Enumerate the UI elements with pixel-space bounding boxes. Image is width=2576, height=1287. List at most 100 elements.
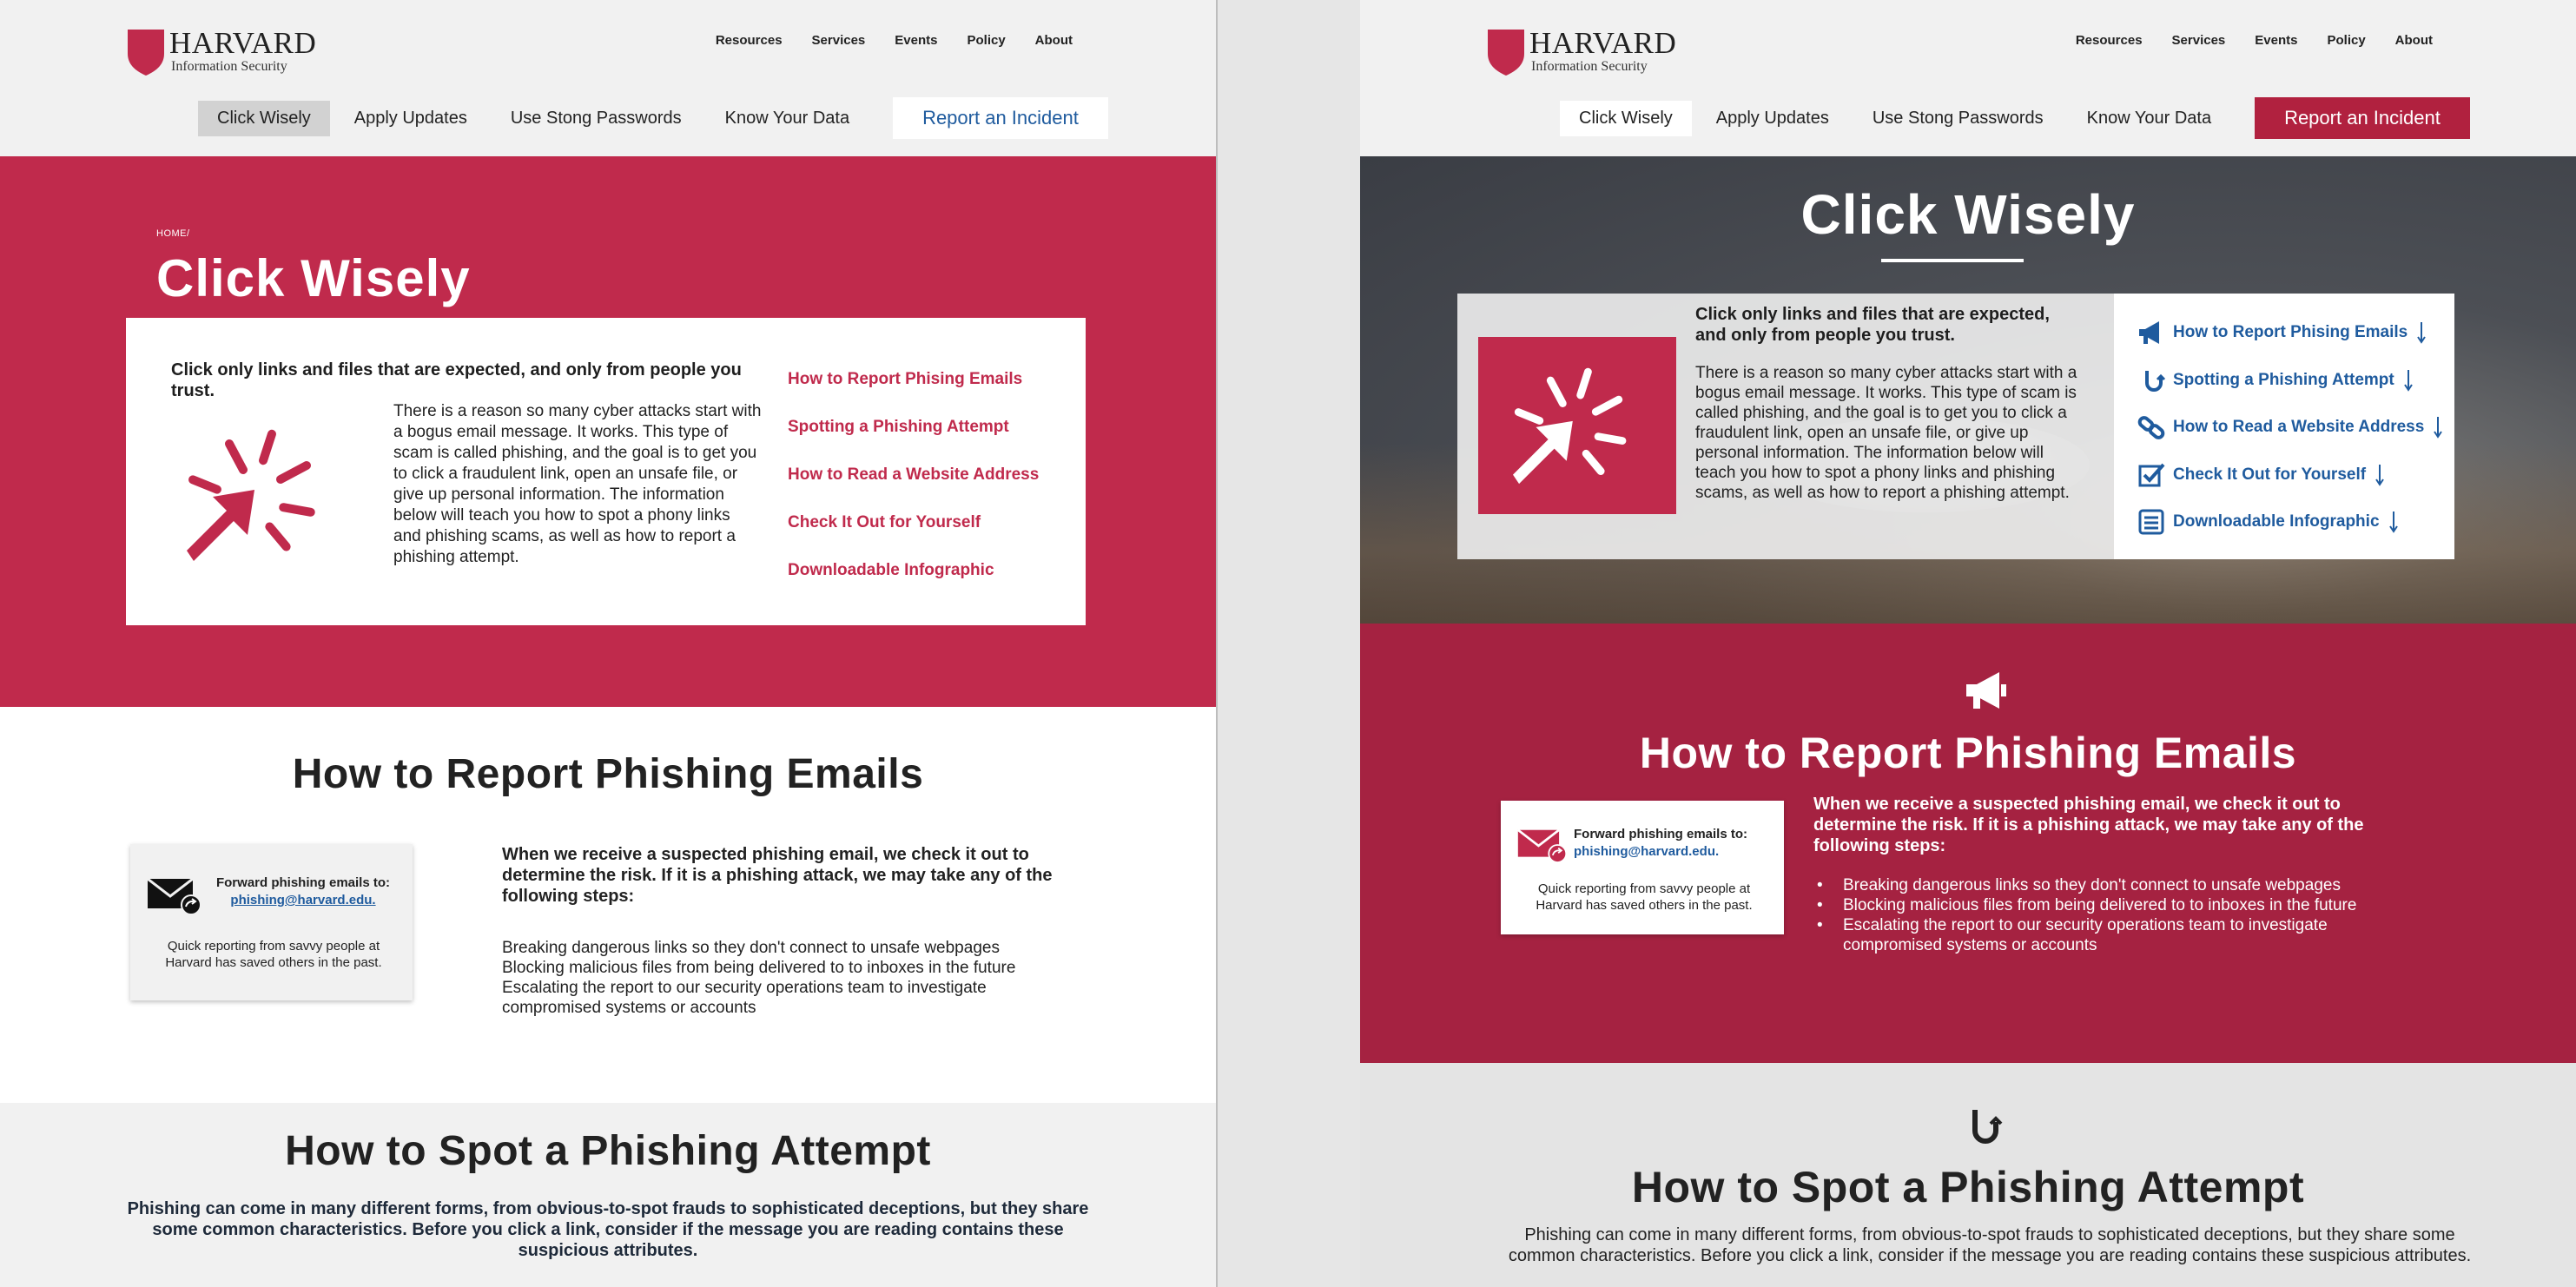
breadcrumb[interactable]: HOME/: [156, 228, 190, 239]
step-item: Breaking dangerous links so they don't c…: [502, 939, 1000, 957]
nav-events[interactable]: Events: [2255, 33, 2297, 48]
jump-link-website-address[interactable]: How to Read a Website Address: [788, 465, 1039, 513]
jump-link-infographic[interactable]: Downloadable Infographic: [788, 561, 1039, 609]
jump-links: How to Report Phising Emails Spotting a …: [788, 370, 1039, 609]
nav-resources[interactable]: Resources: [2076, 33, 2143, 48]
forward-email-box: Forward phishing emails to: phishing@har…: [1501, 801, 1784, 934]
nav-resources[interactable]: Resources: [716, 33, 783, 48]
spot-section: How to Spot a Phishing Attempt Phishing …: [0, 1103, 1216, 1287]
phishing-email-link[interactable]: phishing@harvard.edu.: [203, 893, 403, 908]
nav-about[interactable]: About: [2395, 33, 2433, 48]
nav-policy[interactable]: Policy: [2327, 33, 2365, 48]
hook-icon: [2145, 370, 2166, 392]
step-item: Blocking malicious files from being deli…: [502, 959, 1016, 977]
steps-lead: When we receive a suspected phishing ema…: [1813, 795, 2364, 855]
intro-card: Click only links and files that are expe…: [1457, 294, 2454, 559]
jump-link-label: Downloadable Infographic: [2173, 512, 2380, 531]
report-heading: How to Report Phishing Emails: [1639, 729, 2297, 777]
forward-note: Quick reporting from savvy people at Har…: [1536, 881, 1753, 913]
tab-apply-updates[interactable]: Apply Updates: [1697, 101, 1848, 136]
cursor-click-icon: [1513, 367, 1627, 485]
design-version-left: HARVARD Information Security Resources S…: [0, 0, 1216, 1287]
email-forward-icon: [147, 877, 201, 915]
tab-apply-updates[interactable]: Apply Updates: [335, 101, 486, 136]
report-section: How to Report Phishing Emails Forward ph…: [0, 707, 1216, 1103]
tab-click-wisely[interactable]: Click Wisely: [1560, 100, 1692, 136]
megaphone-icon: [2139, 321, 2159, 345]
jump-link-spotting[interactable]: Spotting a Phishing Attempt: [788, 418, 1039, 465]
forward-email-box: Forward phishing emails to: phishing@har…: [130, 844, 413, 1000]
forward-title: Forward phishing emails to:: [1574, 827, 1748, 842]
email-forward-icon: [1516, 828, 1568, 863]
jump-link-report[interactable]: How to Report Phising Emails: [788, 370, 1039, 418]
jump-links: How to Report Phising Emails Spotting a …: [2114, 294, 2454, 559]
document-icon: [2138, 509, 2164, 535]
hero-section: Click Wisely Click only links and files: [1360, 156, 2576, 624]
step-item: Escalating the report to our security op…: [502, 979, 987, 1017]
spot-text: Phishing can come in many different form…: [1508, 1225, 2472, 1265]
tab-strong-passwords[interactable]: Use Stong Passwords: [1853, 101, 2063, 136]
jump-link-label: How to Read a Website Address: [2173, 418, 2425, 437]
steps-list: Breaking dangerous links so they don't c…: [502, 938, 1075, 1018]
phishing-email-link[interactable]: phishing@harvard.edu.: [1574, 844, 1773, 859]
checkbox-icon: [2138, 463, 2165, 487]
arrow-down-icon: [2403, 369, 2413, 392]
site-header: HARVARD Information Security Resources S…: [0, 0, 1216, 156]
shield-icon: [128, 30, 164, 76]
arrow-down-icon: [2375, 464, 2384, 486]
jump-link-spotting[interactable]: Spotting a Phishing Attempt: [2137, 357, 2454, 405]
spot-heading: How to Spot a Phishing Attempt: [1631, 1163, 2305, 1211]
brand-title: HARVARD: [169, 26, 317, 60]
cursor-click-icon: [187, 429, 315, 561]
arrow-down-icon: [2388, 512, 2398, 534]
tab-click-wisely[interactable]: Click Wisely: [198, 100, 330, 136]
topic-tabs: Click Wisely Apply Updates Use Stong Pas…: [1560, 97, 2470, 139]
harvard-logo[interactable]: HARVARD Information Security: [126, 28, 316, 76]
arrow-down-icon: [2417, 322, 2427, 345]
spot-heading: How to Spot a Phishing Attempt: [285, 1128, 931, 1174]
spot-section: How to Spot a Phishing Attempt Phishing …: [1360, 1063, 2576, 1287]
steps-lead: When we receive a suspected phishing ema…: [502, 845, 1053, 906]
tab-strong-passwords[interactable]: Use Stong Passwords: [492, 101, 701, 136]
page-title: Click Wisely: [1800, 183, 2136, 246]
page-title: Click Wisely: [156, 249, 471, 307]
jump-link-check-it-out[interactable]: Check It Out for Yourself: [2137, 452, 2454, 499]
report-incident-button[interactable]: Report an Incident: [2255, 97, 2470, 139]
arrow-down-icon: [2434, 417, 2443, 439]
intro-lead: Click only links and files that are expe…: [1695, 305, 2050, 345]
brand-title: HARVARD: [1529, 26, 1677, 60]
tab-know-your-data[interactable]: Know Your Data: [706, 101, 869, 136]
spot-text: Phishing can come in many different form…: [127, 1199, 1089, 1260]
harvard-logo[interactable]: HARVARD Information Security: [1486, 28, 1676, 76]
jump-link-website-address[interactable]: How to Read a Website Address: [2137, 404, 2454, 452]
intro-body: There is a reason so many cyber attacks …: [393, 402, 762, 566]
intro-card: Click only links and files that are expe…: [126, 318, 1086, 625]
design-version-right: HARVARD Information Security Resources S…: [1360, 0, 2576, 1287]
step-item: Escalating the report to our security op…: [1817, 915, 2399, 955]
jump-link-report[interactable]: How to Report Phising Emails: [2137, 309, 2454, 357]
steps-list: Breaking dangerous links so they don't c…: [1817, 875, 2399, 955]
tab-know-your-data[interactable]: Know Your Data: [2068, 101, 2230, 136]
megaphone-icon: [1966, 672, 2006, 709]
nav-services[interactable]: Services: [2172, 33, 2226, 48]
jump-link-label: Spotting a Phishing Attempt: [2173, 370, 2394, 389]
brand-subtitle: Information Security: [1531, 59, 1648, 74]
shield-icon: [1488, 30, 1524, 76]
step-item: Blocking malicious files from being deli…: [1817, 895, 2399, 915]
topic-tabs: Click Wisely Apply Updates Use Stong Pas…: [198, 97, 1108, 139]
jump-link-infographic[interactable]: Downloadable Infographic: [2137, 498, 2454, 546]
forward-title: Forward phishing emails to:: [215, 875, 391, 890]
report-section: How to Report Phishing Emails Forward ph…: [1360, 624, 2576, 1063]
title-underline: [1881, 259, 2024, 262]
link-icon: [2137, 416, 2165, 440]
jump-link-check-it-out[interactable]: Check It Out for Yourself: [788, 513, 1039, 561]
comparison-gutter: [1218, 0, 1360, 1287]
nav-policy[interactable]: Policy: [967, 33, 1005, 48]
brand-subtitle: Information Security: [171, 59, 287, 74]
intro-lead: Click only links and files that are expe…: [171, 360, 742, 400]
nav-services[interactable]: Services: [812, 33, 866, 48]
top-nav: Resources Services Events Policy About: [2076, 33, 2433, 48]
nav-events[interactable]: Events: [895, 33, 937, 48]
nav-about[interactable]: About: [1035, 33, 1073, 48]
report-incident-button[interactable]: Report an Incident: [893, 97, 1108, 139]
